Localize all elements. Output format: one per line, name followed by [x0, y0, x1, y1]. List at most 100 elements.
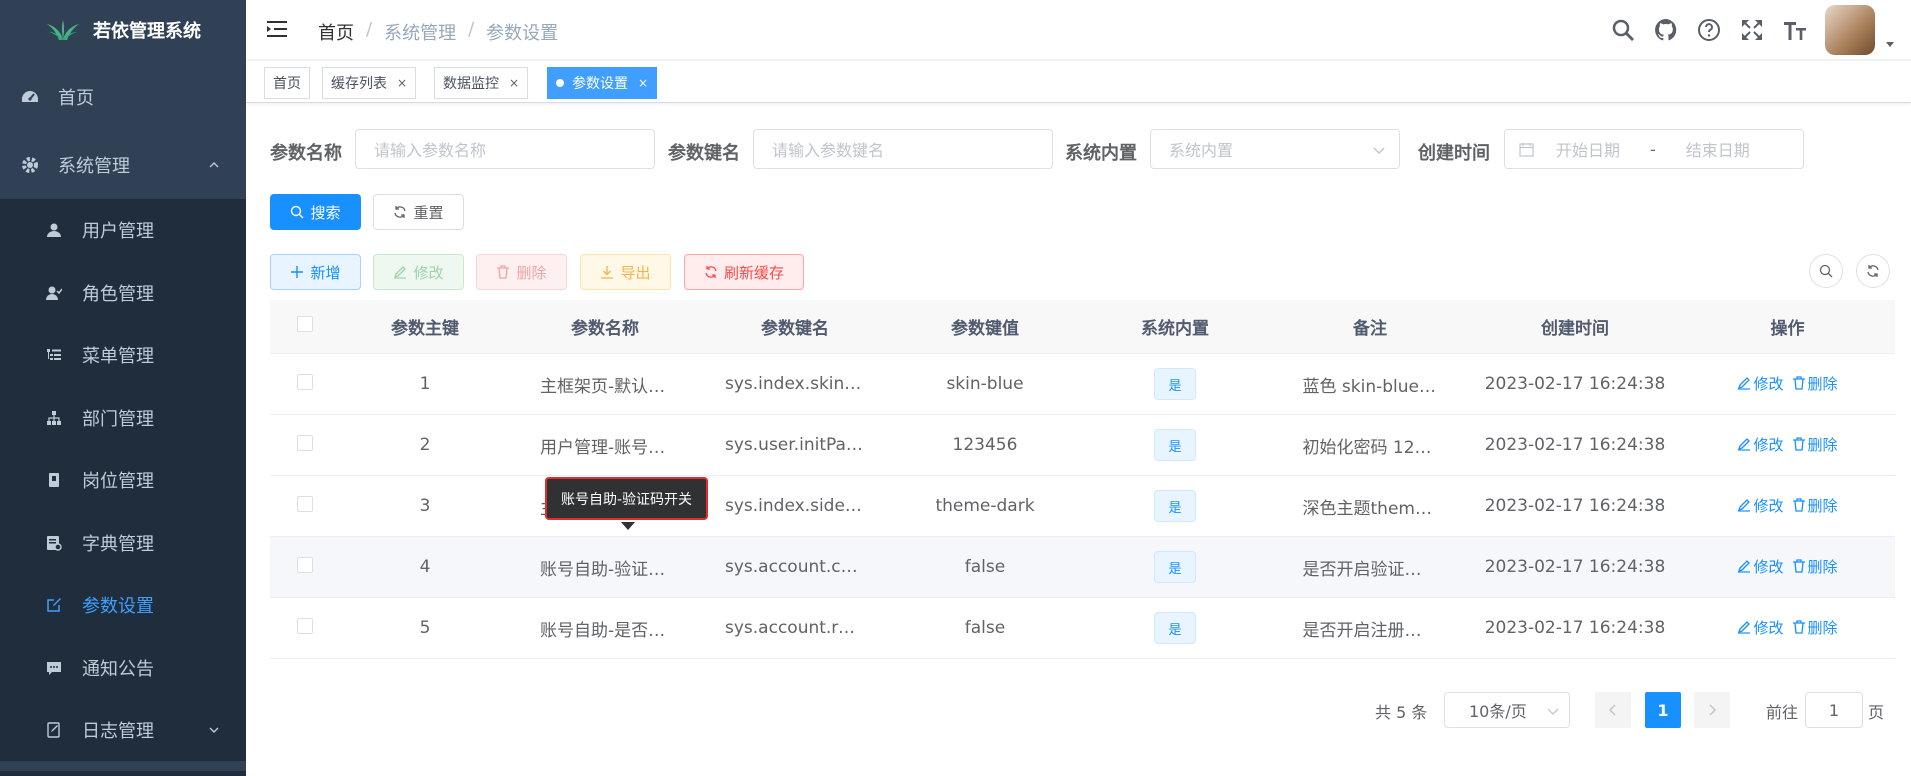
- toggle-search-button[interactable]: [1809, 254, 1843, 288]
- cell-actions: 修改 删除: [1680, 434, 1895, 457]
- sidebar: 若依管理系统 首页 系统管理 用户管理 角色管理 菜单管理 部门管理 岗位管理 …: [0, 0, 246, 776]
- row-select-cell: [270, 434, 340, 456]
- page-number-current[interactable]: 1: [1645, 692, 1681, 728]
- row-delete-button[interactable]: 删除: [1792, 434, 1838, 455]
- close-icon[interactable]: ×: [638, 76, 648, 90]
- column-header: 参数主键: [391, 319, 459, 339]
- row-edit-label: 修改: [1753, 435, 1784, 454]
- builtin-tag: 是: [1154, 551, 1196, 583]
- row-checkbox[interactable]: [297, 495, 313, 512]
- hamburger-icon[interactable]: [266, 18, 288, 40]
- cell-config-type: 是: [1080, 490, 1270, 522]
- row-checkbox[interactable]: [297, 373, 313, 390]
- row-checkbox[interactable]: [297, 556, 313, 573]
- row-edit-button[interactable]: 修改: [1737, 434, 1784, 455]
- log-icon: [44, 720, 64, 740]
- cell-create-time: 2023-02-17 16:24:38: [1484, 496, 1666, 516]
- cell-tooltip: 账号自助-验证码开关: [545, 477, 708, 520]
- row-delete-button[interactable]: 删除: [1792, 495, 1838, 516]
- column-header: 创建时间: [1541, 319, 1609, 339]
- avatar[interactable]: [1825, 5, 1875, 55]
- refresh-table-button[interactable]: [1856, 254, 1890, 288]
- goto-page-input[interactable]: 1: [1805, 692, 1863, 728]
- delete-button[interactable]: 删除: [476, 254, 567, 290]
- row-edit-button[interactable]: 修改: [1737, 495, 1784, 516]
- tag-data-monitor[interactable]: 数据监控 ×: [434, 67, 529, 99]
- fullscreen-icon[interactable]: [1739, 17, 1765, 43]
- prev-page-button[interactable]: [1595, 692, 1631, 728]
- start-date-placeholder[interactable]: 开始日期: [1556, 137, 1620, 161]
- github-icon[interactable]: [1653, 17, 1679, 43]
- sidebar-item-dicts[interactable]: 字典管理: [0, 512, 246, 575]
- sidebar-item-logs[interactable]: 日志管理: [0, 699, 246, 761]
- tag-cache-list[interactable]: 缓存列表 ×: [322, 67, 417, 99]
- table-header: 参数主键 参数名称 参数键名 参数键值 系统内置 备注 创建时间 操作: [270, 300, 1895, 354]
- reset-button[interactable]: 重置: [373, 194, 464, 230]
- sidebar-item-notices[interactable]: 通知公告: [0, 637, 246, 700]
- sidebar-item-users[interactable]: 用户管理: [0, 199, 246, 262]
- search-button-label: 搜索: [310, 203, 341, 222]
- table-row: 3主框架页-侧边栏主题sys.index.sideThemetheme-dark…: [270, 476, 1895, 537]
- row-checkbox[interactable]: [297, 617, 313, 634]
- export-button[interactable]: 导出: [580, 254, 671, 290]
- create-time-label: 创建时间: [1418, 143, 1490, 164]
- tag-home[interactable]: 首页: [264, 67, 310, 99]
- chevron-down-icon: [209, 727, 219, 733]
- table-row: 1 主框架页-默认皮肤样式名称 sys.index.skinName skin-blu…: [270, 354, 1895, 415]
- placeholder: 请输入参数名称: [374, 141, 487, 160]
- caret-down-icon[interactable]: [1883, 37, 1897, 51]
- sidebar-item-menus[interactable]: 菜单管理: [0, 324, 246, 387]
- row-edit-button[interactable]: 修改: [1737, 373, 1784, 394]
- row-delete-button[interactable]: 删除: [1792, 617, 1838, 638]
- next-page-button[interactable]: [1694, 692, 1730, 728]
- row-delete-button[interactable]: 删除: [1792, 556, 1838, 577]
- cell-config-value: theme-dark: [935, 496, 1035, 516]
- select-all-checkbox[interactable]: [297, 316, 313, 332]
- sidebar-scroll-edge: [0, 771, 246, 776]
- row-select-cell: [270, 617, 340, 639]
- row-select-cell: [270, 495, 340, 517]
- config-type-select[interactable]: 系统内置: [1150, 129, 1400, 169]
- date-separator: -: [1650, 139, 1656, 159]
- breadcrumb-item[interactable]: 首页: [318, 19, 354, 45]
- sidebar-item-config[interactable]: 参数设置: [0, 574, 246, 637]
- refresh-cache-button-label: 刷新缓存: [723, 263, 784, 282]
- date-range-picker[interactable]: 开始日期 - 结束日期: [1504, 129, 1804, 169]
- search-icon[interactable]: [1610, 17, 1636, 43]
- sidebar-item-roles[interactable]: 角色管理: [0, 262, 246, 325]
- chevron-right-icon: [1709, 704, 1717, 716]
- logo[interactable]: 若依管理系统: [0, 0, 246, 60]
- cell-config-type: 是: [1080, 551, 1270, 583]
- cell-config-key: sys.account.captchaEnabled: [725, 557, 890, 577]
- close-icon[interactable]: ×: [509, 76, 519, 90]
- row-edit-button[interactable]: 修改: [1737, 617, 1784, 638]
- config-name-input[interactable]: 请输入参数名称: [355, 129, 655, 169]
- font-size-icon[interactable]: [1782, 17, 1808, 43]
- row-delete-button[interactable]: 删除: [1792, 373, 1838, 394]
- tag-label: 缓存列表: [331, 76, 387, 92]
- message-icon: [44, 658, 64, 678]
- close-icon[interactable]: ×: [397, 76, 407, 90]
- edit-icon: [1738, 438, 1751, 451]
- cell-config-key: sys.index.sideTheme: [725, 496, 890, 516]
- row-edit-button[interactable]: 修改: [1737, 556, 1784, 577]
- sidebar-item-home[interactable]: 首页: [0, 63, 246, 131]
- tag-config[interactable]: 参数设置 ×: [547, 67, 658, 99]
- cell-config-key: sys.user.initPassword: [725, 435, 890, 455]
- help-icon[interactable]: [1696, 17, 1722, 43]
- row-delete-label: 删除: [1807, 618, 1838, 637]
- config-key-input[interactable]: 请输入参数键名: [753, 129, 1053, 169]
- refresh-icon: [1867, 265, 1879, 277]
- add-button[interactable]: 新增: [270, 254, 361, 290]
- search-button[interactable]: 搜索: [270, 194, 361, 230]
- sidebar-item-posts[interactable]: 岗位管理: [0, 449, 246, 512]
- edit-button[interactable]: 修改: [373, 254, 464, 290]
- sidebar-item-system[interactable]: 系统管理: [0, 131, 246, 199]
- cell-create-time: 2023-02-17 16:24:38: [1484, 435, 1666, 455]
- sidebar-item-label: 岗位管理: [82, 471, 154, 493]
- page-size-select[interactable]: 10条/页: [1444, 692, 1570, 728]
- end-date-placeholder[interactable]: 结束日期: [1686, 137, 1750, 161]
- refresh-cache-button[interactable]: 刷新缓存: [684, 254, 804, 290]
- sidebar-item-depts[interactable]: 部门管理: [0, 387, 246, 450]
- row-checkbox[interactable]: [297, 434, 313, 451]
